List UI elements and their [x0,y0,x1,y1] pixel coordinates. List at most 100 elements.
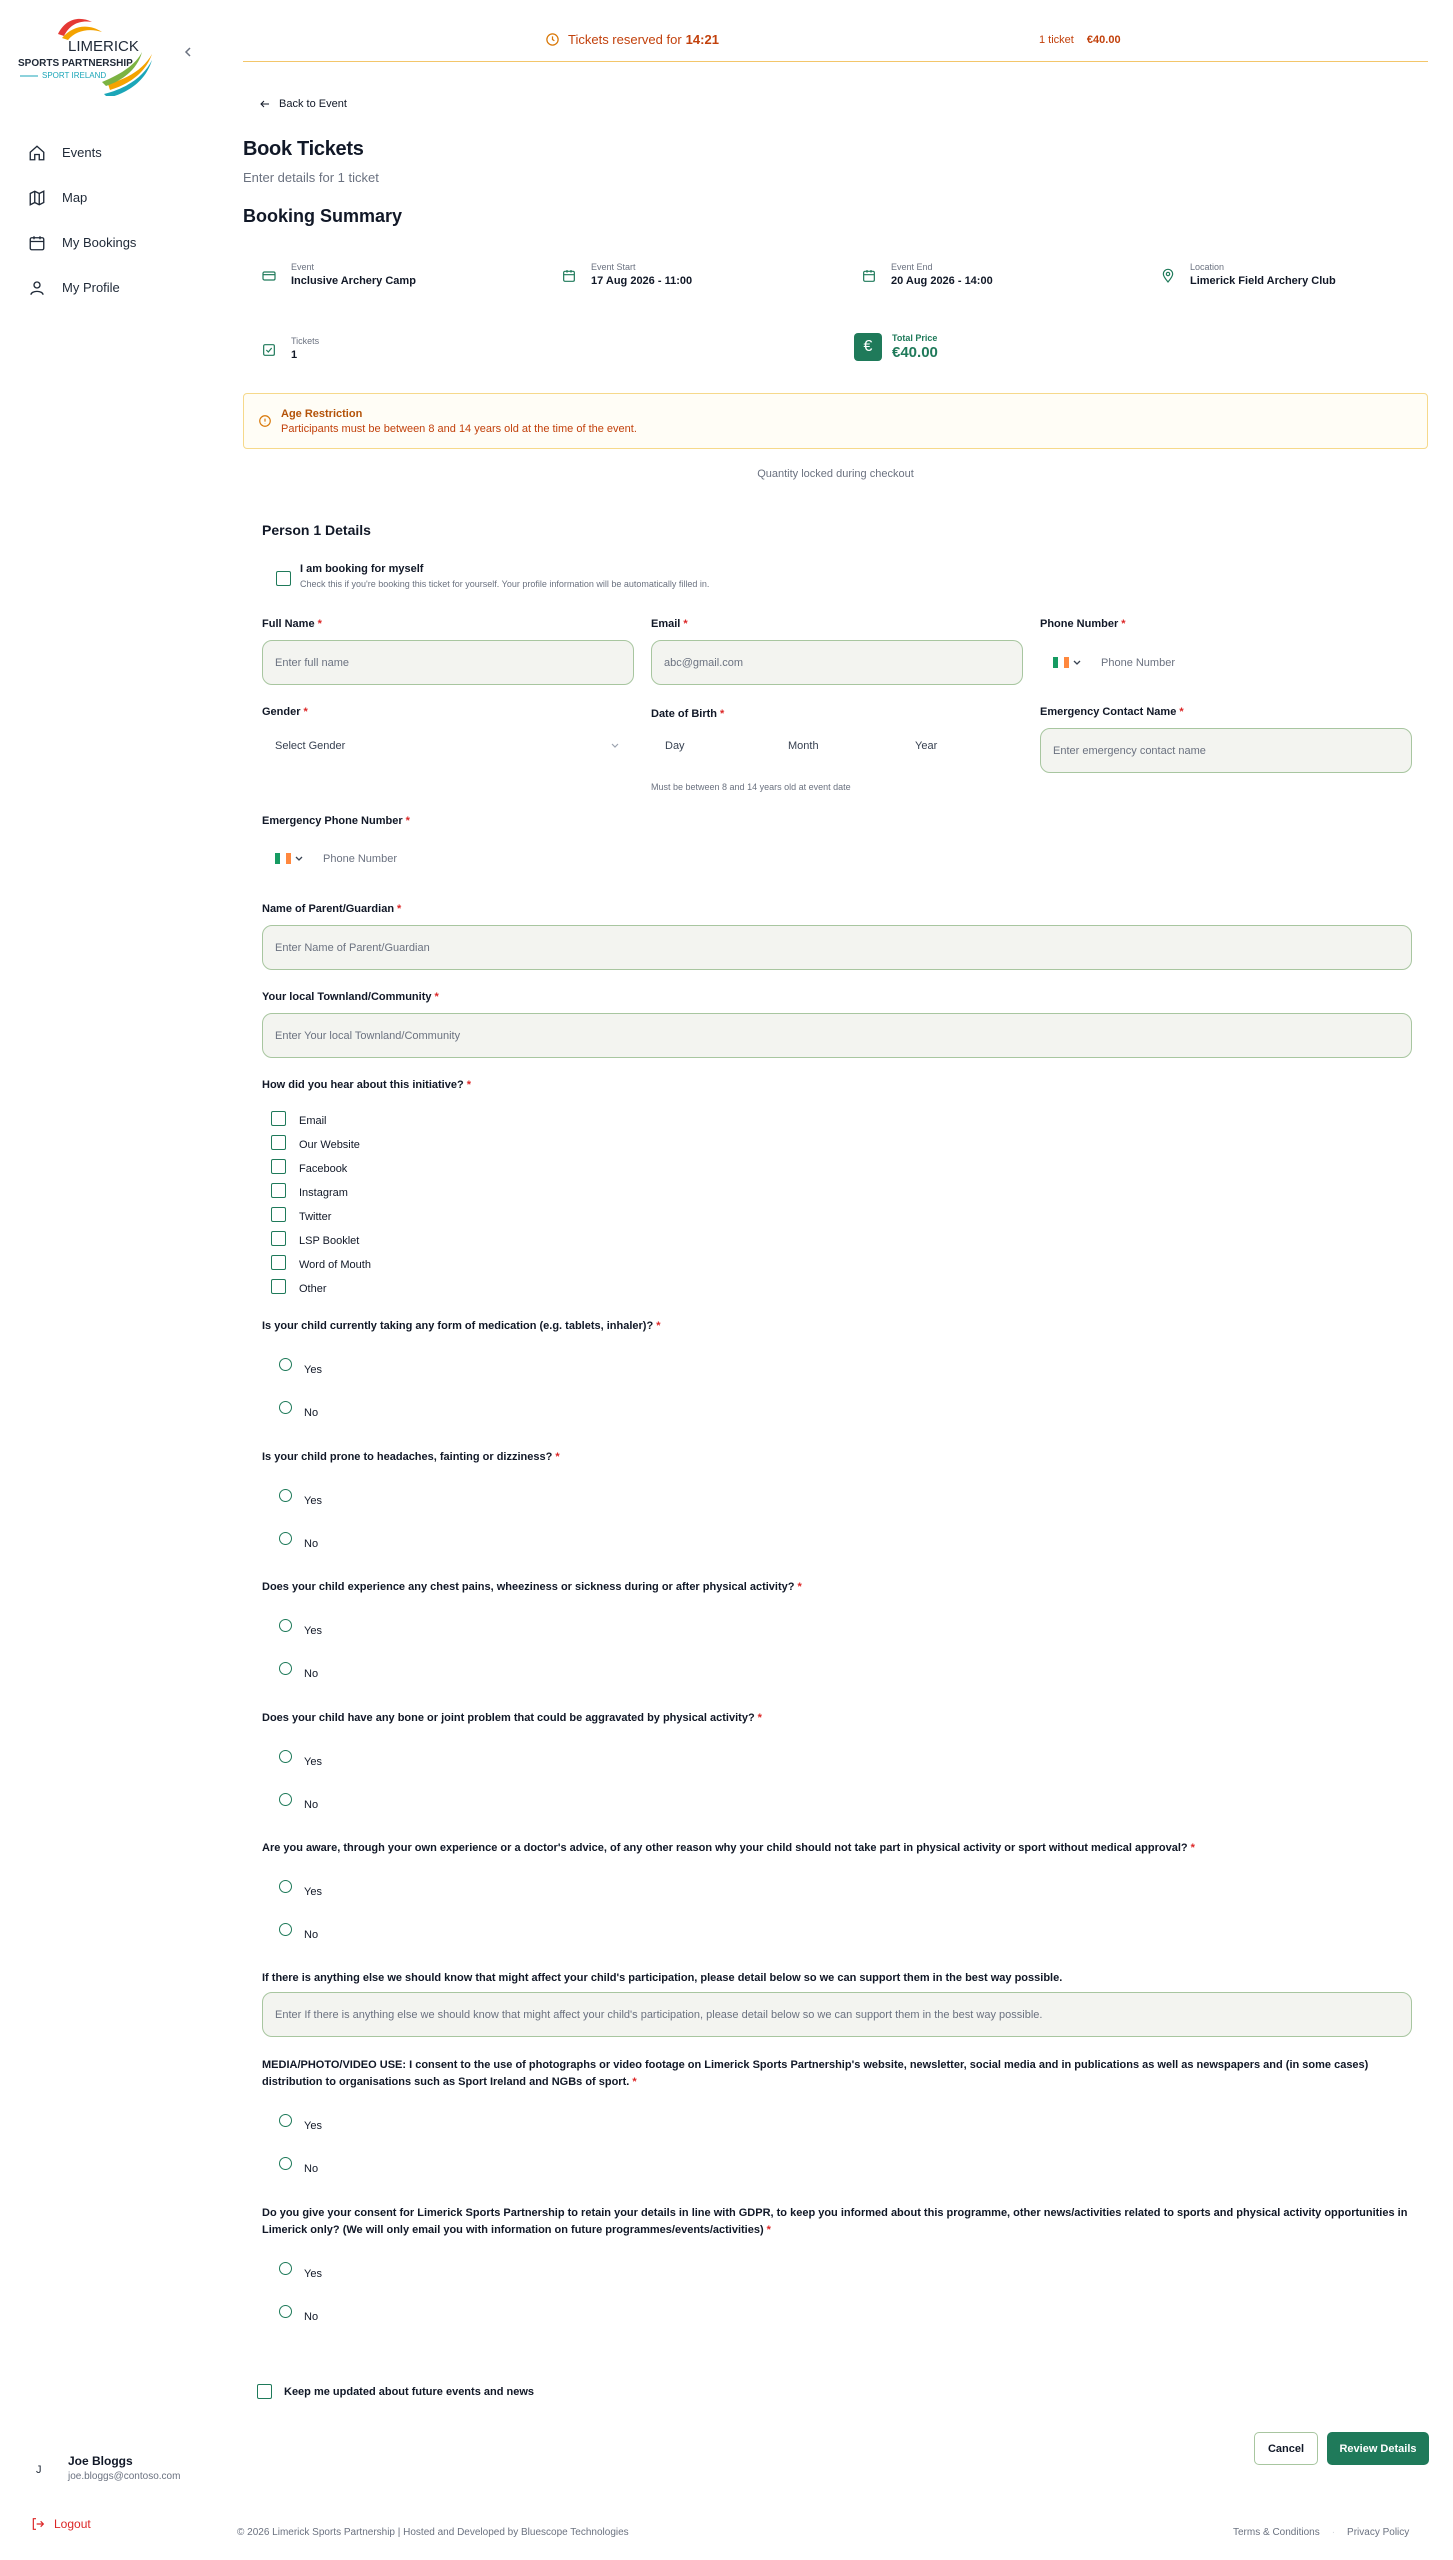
ireland-flag-icon[interactable] [1053,657,1069,668]
heard-option-facebook[interactable]: Facebook [271,1157,347,1175]
quantity-locked-notice: Quantity locked during checkout [757,468,914,480]
gdpr-no-radio[interactable]: No [279,2304,318,2323]
headaches-no-radio[interactable]: No [279,1531,318,1550]
radio[interactable] [279,1749,292,1763]
total-value: €40.00 [892,344,938,361]
person-details-title: Person 1 Details [262,522,371,538]
checkbox[interactable] [276,571,291,586]
checkbox[interactable] [257,2384,272,2399]
question-chest-pains: Does your child experience any chest pai… [262,1581,802,1593]
medical-approval-no-radio[interactable]: No [279,1922,318,1941]
checkbox[interactable] [271,1182,286,1198]
anything-else-input[interactable]: Enter If there is anything else we shoul… [262,1992,1412,2037]
timer-prefix: Tickets reserved for [568,32,682,47]
heard-option-email[interactable]: Email [271,1109,327,1127]
question-bone-joint: Does your child have any bone or joint p… [262,1712,762,1724]
emergency-phone-input[interactable]: Phone Number [275,836,645,881]
cancel-button[interactable]: Cancel [1254,2432,1318,2465]
guardian-name-input[interactable]: Enter Name of Parent/Guardian [262,925,1412,970]
footer-separator: · [1331,2527,1336,2538]
ireland-flag-icon[interactable] [275,853,291,864]
checkbox[interactable] [271,1158,286,1174]
review-details-button[interactable]: Review Details [1327,2432,1429,2465]
dob-month-select[interactable]: Month [788,740,819,752]
media-yes-radio[interactable]: Yes [279,2113,322,2132]
radio[interactable] [279,1618,292,1632]
radio[interactable] [279,2261,292,2275]
summary-label: Location [1190,262,1225,272]
checkbox[interactable] [271,1230,286,1246]
home-icon [29,144,45,160]
sidebar-item-label: My Bookings [62,235,137,250]
chest-pains-yes-radio[interactable]: Yes [279,1618,322,1637]
radio[interactable] [279,1488,292,1502]
sidebar-item-label: Map [62,190,88,205]
sidebar-item-my-bookings[interactable]: My Bookings [28,220,208,265]
limerick-sports-partnership-logo[interactable]: LIMERICK SPORTS PARTNERSHIP SPORT IRELAN… [18,12,158,96]
terms-link[interactable]: Terms & Conditions [1233,2527,1320,2538]
summary-value: Inclusive Archery Camp [291,275,416,287]
logout-button[interactable]: Logout [30,2516,91,2532]
phone-number-input[interactable]: Phone Number [1053,640,1423,685]
sidebar-nav: Events Map My Bookings My Profile [28,130,208,310]
anything-else-label: If there is anything else we should know… [262,1972,1063,1984]
keep-updated-checkbox[interactable]: Keep me updated about future events and … [257,2384,534,2399]
collapse-sidebar-button[interactable] [180,44,196,60]
sidebar-item-label: My Profile [62,280,120,295]
radio[interactable] [279,1922,292,1936]
emergency-contact-name-input[interactable]: Enter emergency contact name [1040,728,1412,773]
gender-select[interactable]: Select Gender [275,740,619,752]
radio[interactable] [279,1357,292,1371]
radio[interactable] [279,2304,292,2318]
radio[interactable] [279,2156,292,2170]
heard-option-our-website[interactable]: Our Website [271,1133,360,1151]
email-input[interactable]: abc@gmail.com [651,640,1023,685]
checkbox[interactable] [271,1134,286,1150]
heard-option-other[interactable]: Other [271,1277,327,1295]
radio[interactable] [279,2113,292,2127]
chest-pains-no-radio[interactable]: No [279,1661,318,1680]
back-to-event-link[interactable]: Back to Event [259,98,347,110]
media-no-radio[interactable]: No [279,2156,318,2175]
dob-day-select[interactable]: Day [665,740,685,752]
user-card[interactable]: J Joe Bloggs joe.bloggs@contoso.com [36,2454,180,2482]
heard-option-lsp-booklet[interactable]: LSP Booklet [271,1229,359,1247]
bone-joint-yes-radio[interactable]: Yes [279,1749,322,1768]
radio[interactable] [279,1879,292,1893]
checkbox[interactable] [271,1278,286,1294]
checkbox[interactable] [271,1110,286,1126]
avatar: J [36,2464,42,2476]
checkbox[interactable] [271,1254,286,1270]
booking-for-myself-checkbox[interactable]: I am booking for myself Check this if yo… [276,563,709,589]
sidebar-item-my-profile[interactable]: My Profile [28,265,208,310]
dob-year-select[interactable]: Year [915,740,937,752]
reservation-timer: Tickets reserved for 14:21 [545,32,719,47]
chevron-left-icon [184,47,191,57]
checkbox[interactable] [271,1206,286,1222]
full-name-input[interactable]: Enter full name [262,640,634,685]
checklist-icon [263,344,275,356]
radio[interactable] [279,1400,292,1414]
summary-value: 20 Aug 2026 - 14:00 [891,275,993,287]
privacy-link[interactable]: Privacy Policy [1347,2527,1409,2538]
sidebar-item-map[interactable]: Map [28,175,208,220]
heard-option-twitter[interactable]: Twitter [271,1205,331,1223]
sidebar-item-events[interactable]: Events [28,130,208,175]
radio[interactable] [279,1531,292,1545]
medical-approval-yes-radio[interactable]: Yes [279,1879,322,1898]
headaches-yes-radio[interactable]: Yes [279,1488,322,1507]
heard-option-instagram[interactable]: Instagram [271,1181,348,1199]
summary-label: Event [291,262,315,272]
medication-no-radio[interactable]: No [279,1400,318,1419]
question-medication: Is your child currently taking any form … [262,1320,661,1332]
townland-input[interactable]: Enter Your local Townland/Community [262,1013,1412,1058]
radio[interactable] [279,1792,292,1806]
radio[interactable] [279,1661,292,1675]
medication-yes-radio[interactable]: Yes [279,1357,322,1376]
phone-number-label: Phone Number * [1040,618,1126,630]
bone-joint-no-radio[interactable]: No [279,1792,318,1811]
phone-placeholder: Phone Number [323,852,397,865]
heard-option-word-of-mouth[interactable]: Word of Mouth [271,1253,371,1271]
logout-icon [32,2518,45,2530]
gdpr-yes-radio[interactable]: Yes [279,2261,322,2280]
